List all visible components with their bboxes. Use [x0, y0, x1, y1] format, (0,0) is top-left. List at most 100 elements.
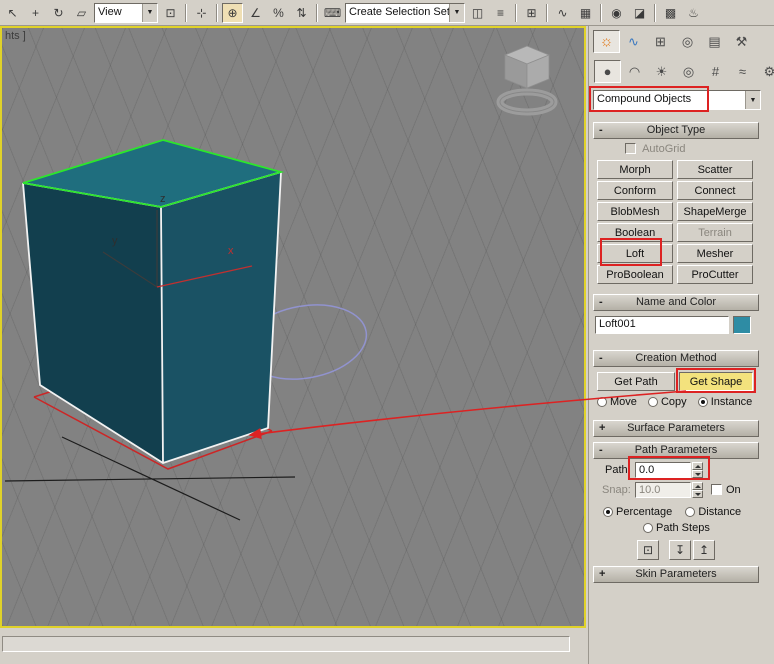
path-spinner-field[interactable]: 0.0 [635, 462, 691, 478]
quick-render-icon[interactable]: ♨ [683, 2, 704, 23]
toolbar-separator [546, 3, 548, 22]
axis-y-label: y [112, 235, 118, 247]
main-toolbar: ↖ + ↻ ▱ View ▼ ⊡ ⊹ ⊕ ∠ % ⇅ ⌨ Create Sele… [0, 0, 774, 26]
loft-button[interactable]: Loft [597, 244, 673, 263]
category-space-warps[interactable]: ≈ [729, 60, 756, 83]
rollout-object-type[interactable]: - Object Type [593, 122, 759, 139]
tab-utilities[interactable]: ⚒ [728, 30, 755, 53]
chevron-down-icon[interactable]: ▼ [142, 3, 157, 22]
select-and-move-icon[interactable]: + [25, 2, 46, 23]
align-icon[interactable]: ≡ [490, 2, 511, 23]
tab-create[interactable]: ☼ [593, 30, 620, 53]
tab-hierarchy[interactable]: ⊞ [647, 30, 674, 53]
toolbar-separator [515, 3, 517, 22]
category-helpers[interactable]: # [702, 60, 729, 83]
proboolean-button[interactable]: ProBoolean [597, 265, 673, 284]
viewport-scene: z y x [4, 45, 558, 521]
boolean-button[interactable]: Boolean [597, 223, 673, 242]
select-and-rotate-icon[interactable]: ↻ [48, 2, 69, 23]
select-and-scale-icon[interactable]: ▱ [71, 2, 92, 23]
category-lights[interactable]: ☀ [648, 60, 675, 83]
rollout-title: Name and Color [635, 296, 717, 308]
move-radio[interactable] [597, 397, 607, 407]
motion-tab-icon: ◎ [681, 33, 694, 49]
shapemerge-button[interactable]: ShapeMerge [677, 202, 753, 221]
autogrid-checkbox[interactable] [625, 143, 636, 154]
snap-spinner-arrows[interactable] [692, 482, 703, 498]
select-and-manipulate-icon[interactable]: ⊹ [191, 2, 212, 23]
layer-manager-icon[interactable]: ⊞ [521, 2, 542, 23]
rollout-surface-parameters[interactable]: + Surface Parameters [593, 420, 759, 437]
category-geometry[interactable]: ● [594, 60, 621, 83]
horizontal-scrollbar[interactable] [2, 636, 570, 652]
category-cameras[interactable]: ◎ [675, 60, 702, 83]
blobmesh-button[interactable]: BlobMesh [597, 202, 673, 221]
collapse-icon: - [599, 444, 603, 456]
select-object-icon[interactable]: ↖ [2, 2, 23, 23]
instance-radio[interactable] [697, 397, 708, 407]
command-panel: ☼ ∿ ⊞ ◎ ▤ ⚒ ● ◠ ☀ ◎ # ≈ ⚙ Compound Objec… [588, 26, 774, 664]
previous-shape-icon[interactable]: ↧ [669, 540, 691, 560]
snap-on-checkbox[interactable] [711, 484, 722, 495]
angle-snap-icon[interactable]: ∠ [245, 2, 266, 23]
named-selection-set-dropdown[interactable]: Create Selection Set ▼ [345, 2, 465, 23]
reference-coordinate-dropdown[interactable]: View ▼ [94, 2, 158, 23]
procutter-button[interactable]: ProCutter [677, 265, 753, 284]
subcategory-value: Compound Objects [594, 91, 745, 109]
get-path-button[interactable]: Get Path [597, 372, 675, 391]
rollout-name-and-color[interactable]: - Name and Color [593, 294, 759, 311]
helpers-icon: # [711, 64, 720, 79]
distance-radio[interactable] [685, 507, 696, 517]
viewcube-gizmo[interactable] [496, 45, 558, 116]
snap-toggle-icon[interactable]: ⊕ [222, 2, 243, 23]
curve-editor-icon[interactable]: ∿ [552, 2, 573, 23]
path-steps-radio[interactable] [643, 523, 653, 533]
loft-box-left-face[interactable] [23, 183, 163, 463]
get-shape-button[interactable]: Get Shape [679, 372, 753, 391]
toolbar-separator [600, 3, 602, 22]
use-pivot-center-icon[interactable]: ⊡ [160, 2, 181, 23]
spinner-snap-icon[interactable]: ⇅ [291, 2, 312, 23]
object-name-input[interactable]: Loft001 [595, 316, 729, 334]
autogrid-label: AutoGrid [642, 143, 686, 155]
percentage-radio[interactable] [603, 507, 613, 517]
percent-snap-icon[interactable]: % [268, 2, 289, 23]
scatter-button[interactable]: Scatter [677, 160, 753, 179]
render-setup-icon[interactable]: ◪ [629, 2, 650, 23]
named-selection-set-value: Create Selection Set [346, 3, 449, 22]
reference-coordinate-value: View [95, 3, 142, 22]
subcategory-dropdown[interactable]: Compound Objects ▼ [593, 90, 761, 110]
connect-button[interactable]: Connect [677, 181, 753, 200]
morph-button[interactable]: Morph [597, 160, 673, 179]
pick-shape-icon[interactable]: ⊡ [637, 540, 659, 560]
tab-motion[interactable]: ◎ [674, 30, 701, 53]
object-color-swatch[interactable] [733, 316, 751, 334]
mesher-button[interactable]: Mesher [677, 244, 753, 263]
next-shape-icon[interactable]: ↥ [693, 540, 715, 560]
path-spinner-arrows[interactable] [692, 462, 703, 478]
clone-method-radios: Move Copy Instance [597, 396, 767, 408]
tab-display[interactable]: ▤ [701, 30, 728, 53]
perspective-viewport[interactable]: z y x hts ] [0, 26, 586, 628]
toolbar-separator [316, 3, 318, 22]
schematic-view-icon[interactable]: ▦ [575, 2, 596, 23]
category-systems[interactable]: ⚙ [756, 60, 774, 83]
chevron-down-icon[interactable]: ▼ [745, 91, 760, 109]
chevron-down-icon[interactable]: ▼ [449, 3, 464, 22]
tab-modify[interactable]: ∿ [620, 30, 647, 53]
material-editor-icon[interactable]: ◉ [606, 2, 627, 23]
copy-label: Copy [660, 396, 687, 408]
copy-radio[interactable] [647, 397, 658, 407]
rollout-creation-method[interactable]: - Creation Method [593, 350, 759, 367]
move-label: Move [610, 396, 637, 408]
keyboard-override-icon[interactable]: ⌨ [322, 2, 343, 23]
loft-box-right-face[interactable] [161, 172, 281, 463]
rollout-skin-parameters[interactable]: + Skin Parameters [593, 566, 759, 583]
mirror-icon[interactable]: ◫ [467, 2, 488, 23]
rollout-path-parameters[interactable]: - Path Parameters [593, 442, 759, 459]
render-frame-icon[interactable]: ▩ [660, 2, 681, 23]
category-shapes[interactable]: ◠ [621, 60, 648, 83]
snap-on-label: On [726, 484, 741, 496]
conform-button[interactable]: Conform [597, 181, 673, 200]
command-panel-tabs: ☼ ∿ ⊞ ◎ ▤ ⚒ [593, 30, 755, 53]
